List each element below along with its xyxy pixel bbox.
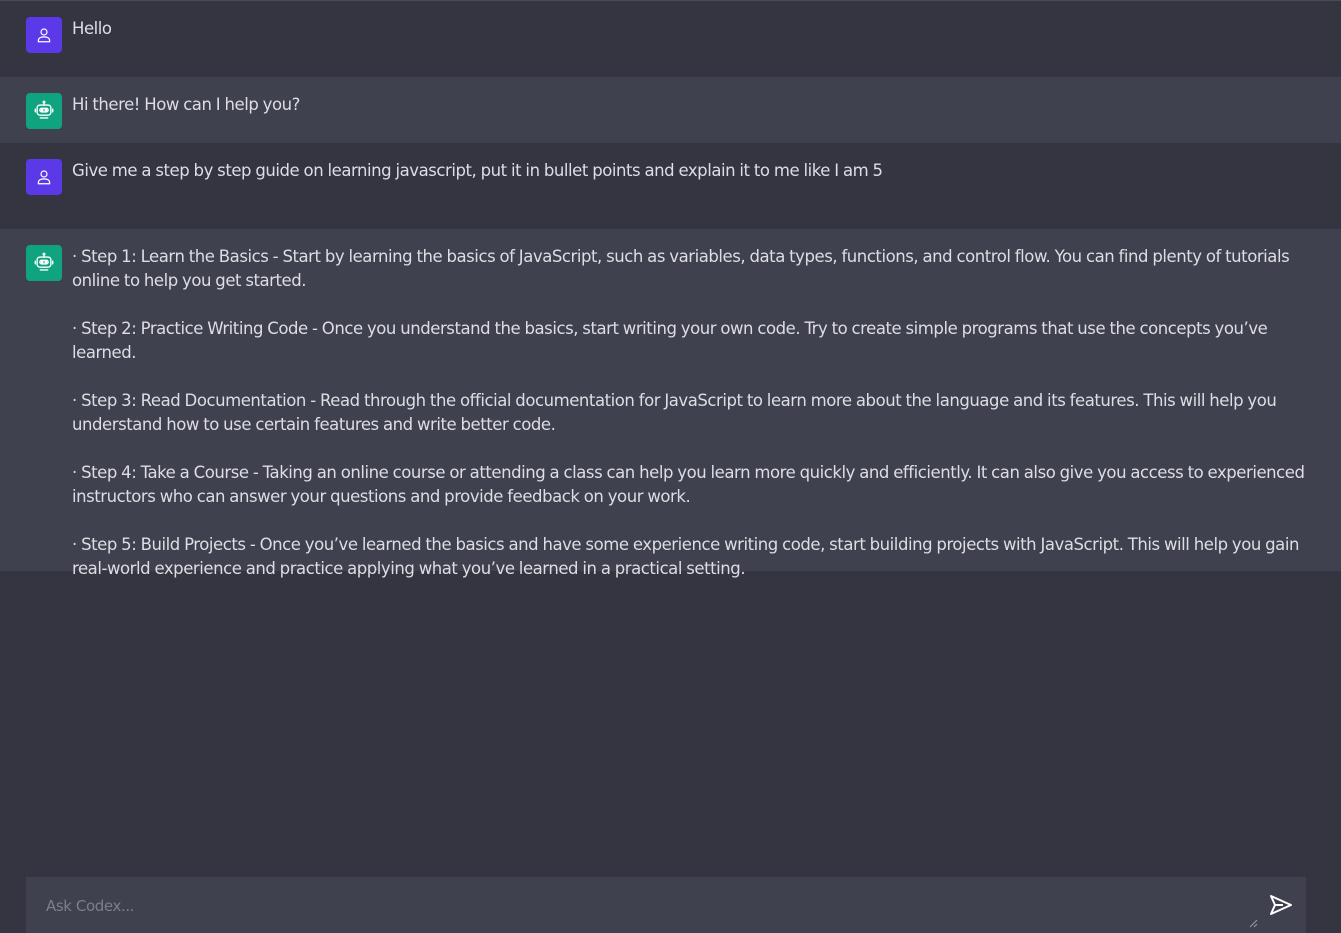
send-icon bbox=[1270, 895, 1292, 915]
user-icon bbox=[37, 28, 51, 43]
send-button[interactable] bbox=[1266, 893, 1296, 919]
user-avatar bbox=[26, 17, 62, 53]
step-paragraph: · Step 1: Learn the Basics - Start by le… bbox=[72, 247, 1290, 290]
robot-icon bbox=[34, 252, 54, 271]
step-paragraph: · Step 4: Take a Course - Taking an onli… bbox=[72, 463, 1305, 506]
chat-thread: Hello Hi there! How can I help you? Give… bbox=[0, 1, 1341, 578]
chat-app: Hello Hi there! How can I help you? Give… bbox=[0, 0, 1341, 933]
bot-avatar bbox=[26, 245, 62, 281]
user-avatar bbox=[26, 159, 62, 195]
resize-grip-icon[interactable] bbox=[1248, 918, 1258, 928]
step-paragraph: · Step 5: Build Projects - Once you’ve l… bbox=[72, 535, 1299, 578]
message-user: Give me a step by step guide on learning… bbox=[0, 143, 1341, 229]
prompt-input[interactable] bbox=[26, 877, 1258, 929]
message-text: Hi there! How can I help you? bbox=[72, 95, 300, 114]
message-bot: Hi there! How can I help you? bbox=[0, 77, 1341, 143]
message-text: · Step 1: Learn the Basics - Start by le… bbox=[72, 245, 1315, 581]
bot-avatar bbox=[26, 93, 62, 129]
composer bbox=[26, 877, 1306, 933]
message-bot: · Step 1: Learn the Basics - Start by le… bbox=[0, 229, 1341, 578]
message-text: Give me a step by step guide on learning… bbox=[72, 161, 883, 180]
step-paragraph: · Step 3: Read Documentation - Read thro… bbox=[72, 391, 1277, 434]
robot-icon bbox=[34, 100, 54, 119]
message-text: Hello bbox=[72, 19, 112, 38]
user-icon bbox=[37, 170, 51, 185]
step-paragraph: · Step 2: Practice Writing Code - Once y… bbox=[72, 319, 1268, 362]
message-user: Hello bbox=[0, 1, 1341, 77]
